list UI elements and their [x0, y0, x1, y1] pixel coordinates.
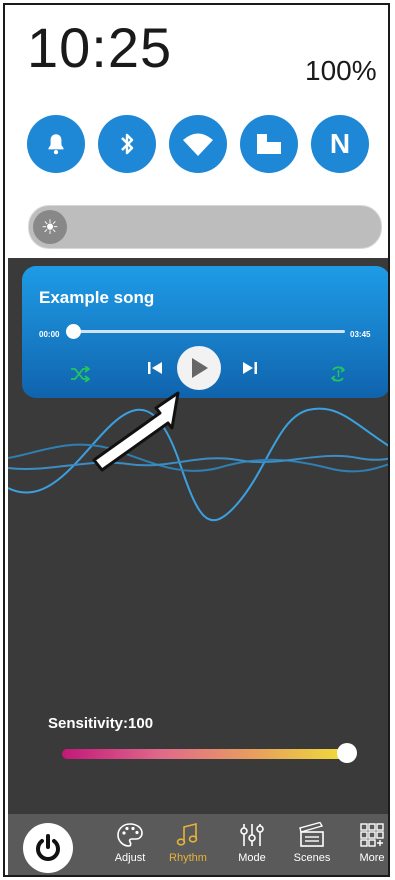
power-icon	[36, 834, 60, 861]
next-button[interactable]	[238, 356, 262, 380]
rotate-toggle[interactable]	[240, 115, 298, 173]
tab-scenes-label: Scenes	[293, 852, 331, 864]
music-player: Example song 00:00 03:45	[22, 266, 388, 398]
sensitivity-label: Sensitivity:100	[48, 715, 154, 732]
tab-rhythm-label: Rhythm	[169, 852, 207, 864]
tab-scenes[interactable]: Scenes	[284, 822, 340, 875]
quick-settings: N	[27, 115, 369, 175]
progress-thumb[interactable]	[66, 324, 81, 339]
shuffle-icon	[71, 366, 90, 382]
play-button[interactable]	[177, 346, 221, 390]
previous-button[interactable]	[143, 356, 167, 380]
skip-next-icon	[243, 362, 257, 374]
tab-adjust-label: Adjust	[114, 852, 146, 864]
bottom-nav: Adjust Rhythm Mode Scenes More	[8, 814, 388, 875]
sensitivity-track[interactable]	[62, 749, 348, 759]
play-icon	[192, 358, 208, 378]
music-note-icon	[176, 822, 198, 846]
sliders-icon	[240, 824, 264, 846]
palette-icon	[117, 823, 143, 847]
rhythm-screen: Example song 00:00 03:45 Sensitivity:100	[8, 258, 388, 875]
duration-time: 03:45	[350, 330, 371, 339]
repeat-one-icon	[330, 366, 346, 382]
nfc-icon: N	[329, 128, 351, 159]
power-button[interactable]	[23, 823, 73, 873]
shuffle-button[interactable]	[68, 362, 92, 386]
bell-toggle[interactable]	[27, 115, 85, 173]
rotate-icon	[257, 134, 281, 154]
tab-adjust[interactable]: Adjust	[102, 822, 158, 875]
progress-track[interactable]	[73, 330, 345, 333]
clapperboard-icon	[299, 822, 324, 847]
wifi-toggle[interactable]	[169, 115, 227, 173]
sun-icon: ☀	[41, 216, 59, 239]
phone-frame: 10:25 100% N ☀ Example song 00:00 03:45 …	[3, 3, 390, 877]
tab-mode-label: Mode	[238, 852, 266, 864]
elapsed-time: 00:00	[39, 330, 60, 339]
grid-icon	[360, 823, 384, 847]
tab-more-label: More	[359, 852, 385, 864]
brightness-knob[interactable]: ☀	[33, 210, 67, 244]
tab-more[interactable]: More	[344, 822, 388, 875]
tab-mode[interactable]: Mode	[224, 822, 280, 875]
repeat-one-button[interactable]	[326, 362, 350, 386]
sensitivity-thumb[interactable]	[337, 743, 357, 763]
song-title: Example song	[39, 288, 155, 307]
tab-rhythm[interactable]: Rhythm	[160, 822, 216, 875]
skip-previous-icon	[148, 362, 162, 374]
nfc-toggle[interactable]: N	[311, 115, 369, 173]
audio-waveform	[8, 407, 388, 522]
clock: 10:25	[27, 16, 173, 79]
brightness-slider[interactable]: ☀	[28, 205, 382, 249]
wifi-icon	[183, 133, 213, 156]
bluetooth-icon	[121, 133, 134, 155]
bell-icon	[48, 134, 64, 155]
battery-level: 100%	[305, 55, 377, 86]
bluetooth-toggle[interactable]	[98, 115, 156, 173]
